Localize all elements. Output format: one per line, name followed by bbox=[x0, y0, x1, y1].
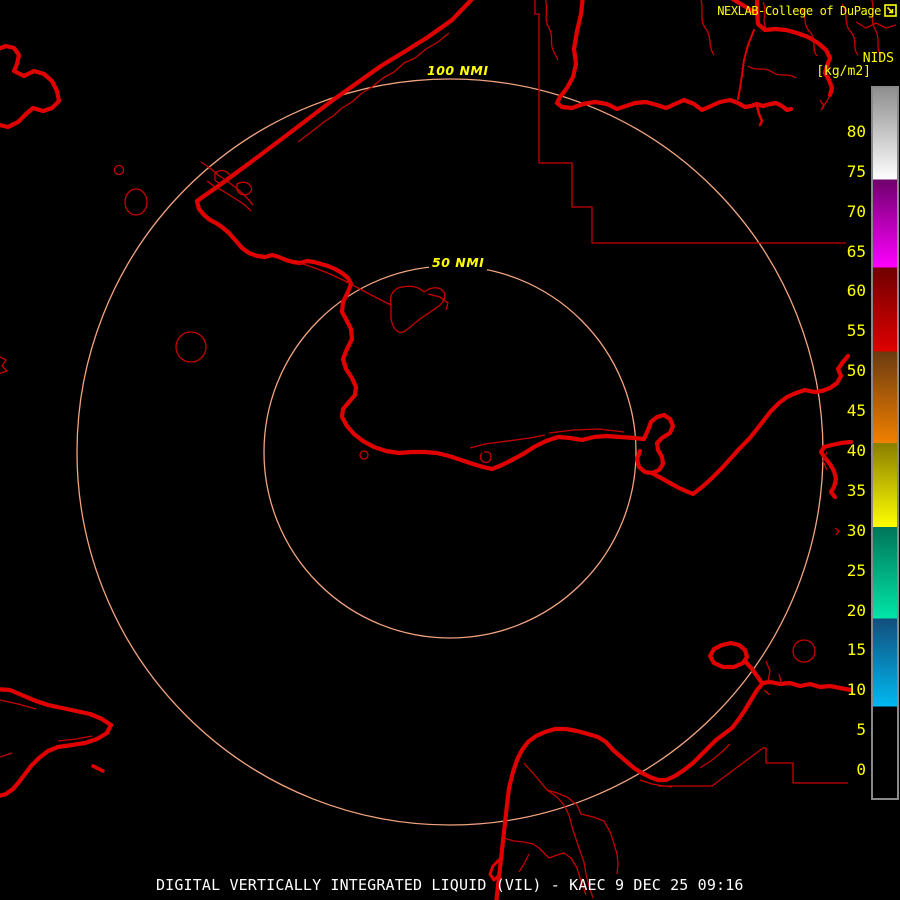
colorbar-tick-5: 5 bbox=[836, 721, 866, 739]
colorbar-tick-80: 80 bbox=[836, 123, 866, 141]
river-curl-tail bbox=[822, 95, 830, 108]
bl-landmass-detail-1 bbox=[0, 700, 36, 709]
bottomleft-inlet-dash bbox=[93, 766, 103, 771]
colorbar-tick-15: 15 bbox=[836, 641, 866, 659]
island-shore-connector bbox=[745, 661, 762, 683]
vil-colorbar bbox=[871, 86, 899, 800]
small-lake-southwest bbox=[176, 332, 206, 362]
colorbar-tick-70: 70 bbox=[836, 203, 866, 221]
credit-line: NEXLAB-College of DuPage bbox=[0, 4, 897, 18]
colorbar-tick-35: 35 bbox=[836, 482, 866, 500]
colorbar-tick-0: 0 bbox=[836, 761, 866, 779]
tr-river-9 bbox=[856, 22, 896, 28]
island-area-detail-1 bbox=[766, 661, 770, 681]
colorbar-tick-10: 10 bbox=[836, 681, 866, 699]
south-barrier-islet bbox=[480, 452, 491, 463]
credit-text: NEXLAB-College of DuPage bbox=[717, 4, 881, 18]
colorbar-tick-40: 40 bbox=[836, 442, 866, 460]
island-area-detail-3 bbox=[764, 690, 770, 695]
county-line-north bbox=[535, 0, 846, 243]
colorbar-tick-30: 30 bbox=[836, 522, 866, 540]
north-shore-spur bbox=[757, 106, 762, 125]
colorbar-tick-20: 20 bbox=[836, 602, 866, 620]
right-thin-circle bbox=[793, 640, 815, 662]
delta-channel-4 bbox=[519, 854, 529, 872]
south-barrier-island-2 bbox=[549, 429, 624, 433]
bottomleft-landmass-outline bbox=[0, 689, 111, 797]
range-ring-label-50nmi: 50 NMI bbox=[429, 255, 487, 270]
colorbar-tick-45: 45 bbox=[836, 402, 866, 420]
range-ring-50nmi bbox=[264, 266, 636, 638]
left-edge-squiggle bbox=[0, 356, 7, 374]
colorbar-tick-25: 25 bbox=[836, 562, 866, 580]
colorbar-tick-75: 75 bbox=[836, 163, 866, 181]
coastline-thick-layer bbox=[0, 0, 851, 900]
range-ring-label-100nmi: 100 NMI bbox=[424, 63, 492, 78]
colorbar-tick-60: 60 bbox=[836, 282, 866, 300]
product-title: DIGITAL VERTICALLY INTEGRATED LIQUID (VI… bbox=[156, 876, 744, 894]
coastal-island-outline bbox=[710, 643, 747, 667]
tiny-pond-center bbox=[360, 451, 368, 459]
coastline-peninsula-loop bbox=[637, 415, 673, 473]
coastline-southeast-to-northeast bbox=[652, 356, 848, 494]
radar-viewport: NEXLAB-College of DuPage NIDS [kg/m2] 10… bbox=[0, 0, 900, 900]
bl-landmass-detail-3 bbox=[0, 753, 12, 757]
radar-map-canvas bbox=[0, 0, 900, 900]
colorbar-tick-50: 50 bbox=[836, 362, 866, 380]
colorbar-tick-55: 55 bbox=[836, 322, 866, 340]
delta-channel-2 bbox=[547, 790, 618, 874]
colorbar-tick-65: 65 bbox=[836, 243, 866, 261]
small-lake-west bbox=[125, 189, 147, 215]
boundary-thin-layer bbox=[0, 0, 896, 898]
small-pond-1 bbox=[115, 166, 124, 175]
range-ring-100nmi bbox=[77, 79, 823, 825]
range-rings bbox=[77, 79, 823, 825]
cod-weathervane-icon bbox=[884, 4, 897, 17]
ne-diagonal-parallel bbox=[700, 744, 730, 768]
central-lagoon-blob bbox=[391, 286, 445, 332]
lagoon-islet-2 bbox=[237, 182, 252, 195]
